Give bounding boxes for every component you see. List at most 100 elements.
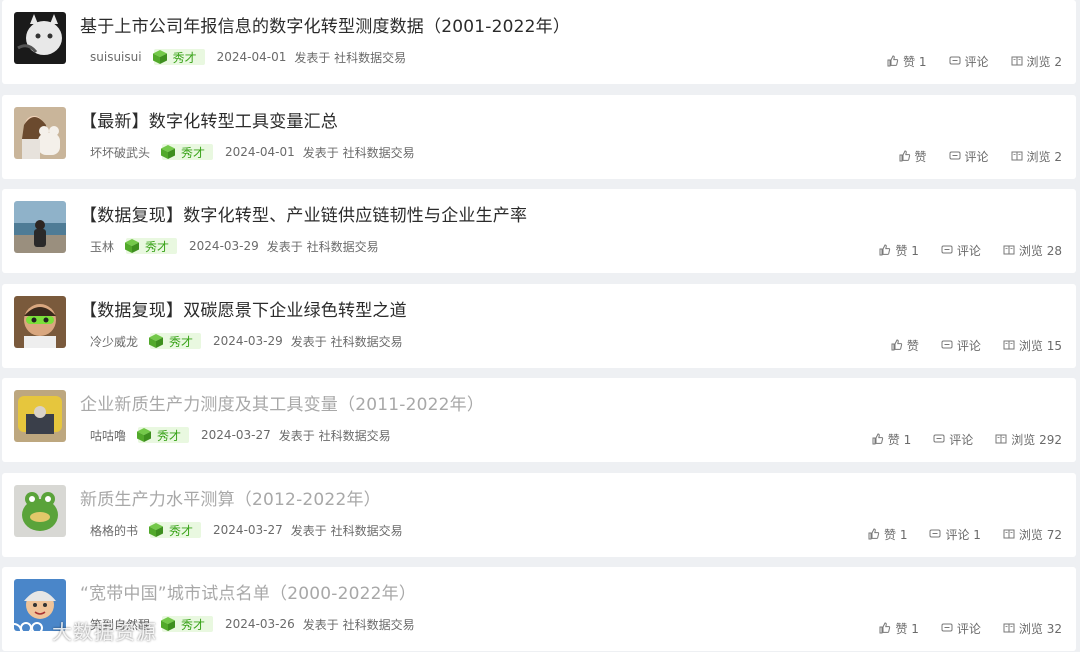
- book-icon: [995, 434, 1007, 444]
- comment-icon: [941, 245, 953, 254]
- view-count: 浏览 292: [1011, 432, 1062, 447]
- like-button[interactable]: 赞 1: [887, 53, 927, 70]
- cube-icon: [125, 239, 140, 253]
- comment-count: 评论: [949, 432, 974, 447]
- like-button[interactable]: 赞: [899, 148, 927, 165]
- book-icon: [1003, 623, 1015, 633]
- like-count: 赞 1: [884, 527, 908, 542]
- view-count: 浏览 2: [1026, 149, 1062, 164]
- comment-button[interactable]: 评论: [949, 148, 989, 165]
- avatar[interactable]: [14, 390, 66, 442]
- post-card[interactable]: 企业新质生产力测度及其工具变量（2011-2022年） 咕咕噜 秀才 2024-…: [2, 378, 1076, 462]
- post-title[interactable]: 企业新质生产力测度及其工具变量（2011-2022年）: [80, 390, 484, 415]
- post-card[interactable]: “宽带中国”城市试点名单（2000-2022年） 笑到自然醒 秀才 2024-0…: [2, 567, 1076, 651]
- post-title[interactable]: 新质生产力水平测算（2012-2022年）: [80, 485, 381, 510]
- book-icon: [1003, 340, 1015, 350]
- book-icon: [1003, 245, 1015, 255]
- post-title[interactable]: 【最新】数字化转型工具变量汇总: [80, 107, 338, 132]
- post-source[interactable]: 发表于 社科数据交易: [279, 427, 391, 444]
- post-card[interactable]: 【最新】数字化转型工具变量汇总 坏坏破武头 秀才 2024-04-01 发表于 …: [2, 95, 1076, 179]
- post-title[interactable]: 【数据复现】数字化转型、产业链供应链韧性与企业生产率: [80, 201, 527, 226]
- avatar[interactable]: [14, 201, 66, 253]
- post-meta: 格格的书 秀才 2024-03-27 发表于 社科数据交易: [90, 521, 403, 539]
- view-count: 浏览 32: [1018, 621, 1062, 636]
- author-name[interactable]: 冷少威龙: [90, 333, 138, 350]
- comment-button[interactable]: 评论 1: [929, 526, 981, 543]
- like-button[interactable]: 赞 1: [879, 620, 919, 637]
- post-source[interactable]: 发表于 社科数据交易: [267, 238, 379, 255]
- comment-button[interactable]: 评论: [941, 242, 981, 259]
- cube-icon: [161, 145, 176, 159]
- thumbs-up-icon: [899, 150, 910, 162]
- post-stats: 赞 1 评论 浏览 292: [872, 430, 1062, 448]
- view-count: 浏览 15: [1018, 338, 1062, 353]
- badge-label: 秀才: [181, 617, 206, 632]
- post-meta: 玉林 秀才 2024-03-29 发表于 社科数据交易: [90, 237, 379, 255]
- book-icon: [1011, 151, 1023, 161]
- post-title[interactable]: “宽带中国”城市试点名单（2000-2022年）: [80, 579, 416, 604]
- book-icon: [1003, 529, 1015, 539]
- view-count-button[interactable]: 浏览 292: [995, 431, 1062, 448]
- view-count-button[interactable]: 浏览 2: [1011, 148, 1062, 165]
- like-count: 赞: [906, 338, 919, 353]
- post-source[interactable]: 发表于 社科数据交易: [291, 333, 403, 350]
- view-count-button[interactable]: 浏览 28: [1003, 242, 1062, 259]
- like-button[interactable]: 赞 1: [872, 431, 911, 448]
- avatar[interactable]: [14, 107, 66, 159]
- post-title[interactable]: 基于上市公司年报信息的数字化转型测度数据（2001-2022年）: [80, 12, 570, 37]
- rank-badge: 秀才: [125, 238, 178, 254]
- post-source[interactable]: 发表于 社科数据交易: [303, 144, 415, 161]
- view-count: 浏览 2: [1026, 54, 1062, 69]
- avatar[interactable]: [14, 485, 66, 537]
- post-stats: 赞 1 评论 1 浏览 72: [868, 525, 1062, 543]
- view-count-button[interactable]: 浏览 2: [1011, 53, 1062, 70]
- post-date: 2024-04-01: [216, 50, 287, 64]
- post-title[interactable]: 【数据复现】双碳愿景下企业绿色转型之道: [80, 296, 407, 321]
- comment-button[interactable]: 评论: [941, 337, 981, 354]
- like-button[interactable]: 赞 1: [868, 526, 907, 543]
- view-count: 浏览 28: [1018, 243, 1062, 258]
- post-source[interactable]: 发表于 社科数据交易: [303, 616, 415, 633]
- like-count: 赞 1: [887, 432, 912, 447]
- rank-badge: 秀才: [137, 427, 190, 443]
- like-button[interactable]: 赞 1: [879, 242, 919, 259]
- author-name[interactable]: 玉林: [90, 238, 114, 255]
- comment-icon: [941, 340, 953, 349]
- thumbs-up-icon: [868, 528, 880, 540]
- post-date: 2024-03-27: [213, 523, 283, 537]
- comment-count: 评论: [964, 149, 989, 164]
- post-date: 2024-03-29: [213, 334, 283, 348]
- post-source[interactable]: 发表于 社科数据交易: [294, 49, 406, 66]
- avatar[interactable]: [14, 12, 66, 64]
- thumbs-up-icon: [879, 244, 891, 256]
- comment-button[interactable]: 评论: [949, 53, 989, 70]
- post-stats: 赞 1 评论 浏览 32: [879, 619, 1062, 637]
- comment-icon: [949, 151, 961, 160]
- author-name[interactable]: suisuisui: [90, 50, 142, 64]
- rank-badge: 秀才: [152, 49, 205, 65]
- view-count-button[interactable]: 浏览 15: [1003, 337, 1062, 354]
- post-card[interactable]: 新质生产力水平测算（2012-2022年） 格格的书 秀才 2024-03-27…: [2, 473, 1076, 557]
- badge-label: 秀才: [145, 239, 170, 254]
- author-name[interactable]: 咕咕噜: [90, 427, 126, 444]
- comment-button[interactable]: 评论: [941, 620, 981, 637]
- post-stats: 赞 评论 浏览 15: [891, 336, 1062, 354]
- post-card[interactable]: 基于上市公司年报信息的数字化转型测度数据（2001-2022年） suisuis…: [2, 0, 1076, 84]
- thumbs-up-icon: [891, 339, 903, 351]
- comment-button[interactable]: 评论: [933, 431, 973, 448]
- post-card[interactable]: 【数据复现】数字化转型、产业链供应链韧性与企业生产率 玉林 秀才 2024-03…: [2, 189, 1076, 273]
- author-name[interactable]: 格格的书: [90, 522, 138, 539]
- badge-label: 秀才: [169, 334, 194, 349]
- post-card[interactable]: 【数据复现】双碳愿景下企业绿色转型之道 冷少威龙 秀才 2024-03-29 发…: [2, 284, 1076, 368]
- cube-icon: [149, 523, 164, 537]
- view-count-button[interactable]: 浏览 72: [1003, 526, 1062, 543]
- post-stats: 赞 1 评论 浏览 28: [879, 241, 1062, 259]
- post-source[interactable]: 发表于 社科数据交易: [291, 522, 403, 539]
- view-count-button[interactable]: 浏览 32: [1003, 620, 1062, 637]
- comment-icon: [929, 529, 941, 538]
- author-name[interactable]: 坏坏破武头: [90, 144, 150, 161]
- watermark: 大数据资源: [6, 616, 157, 645]
- cube-icon: [152, 50, 167, 64]
- avatar[interactable]: [14, 296, 66, 348]
- like-button[interactable]: 赞: [891, 337, 919, 354]
